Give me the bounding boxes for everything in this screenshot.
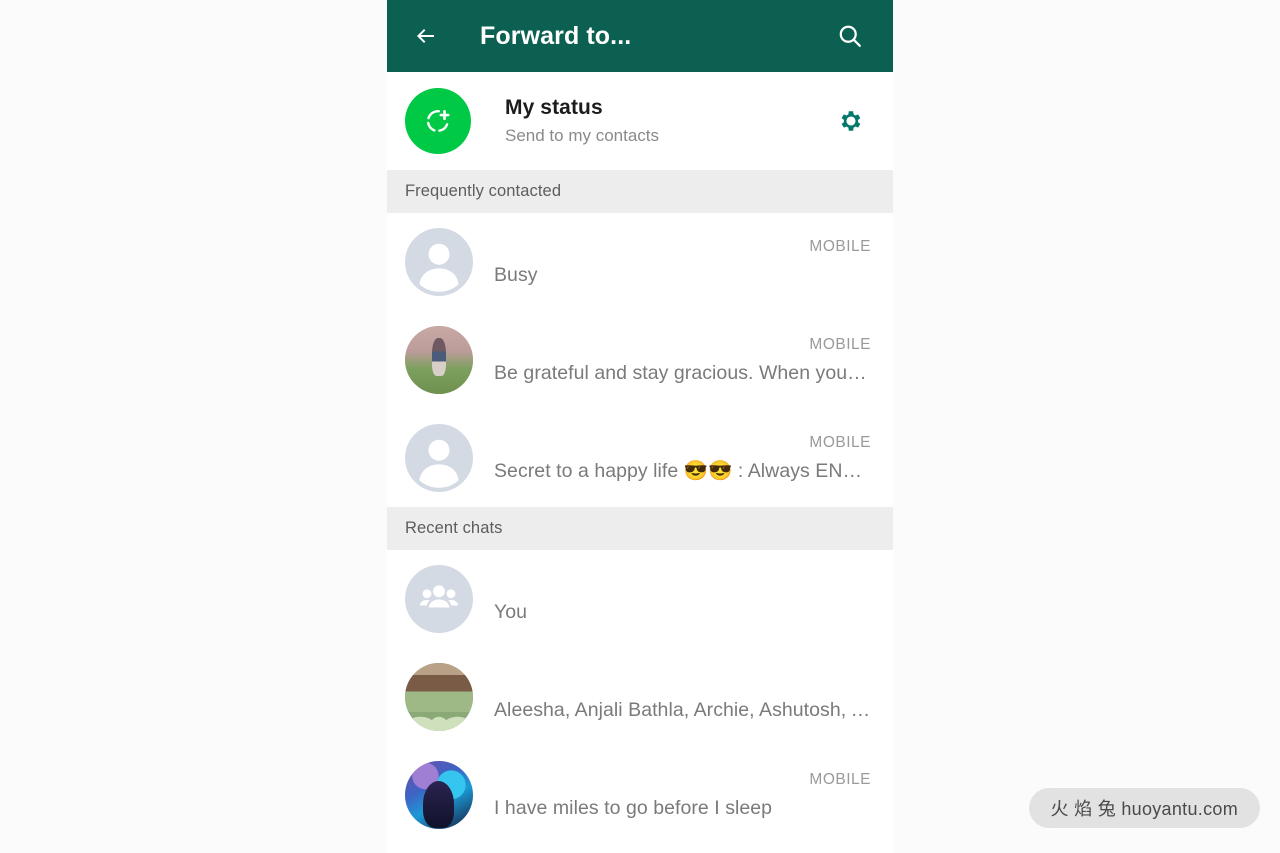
contact-subtitle: Secret to a happy life 😎😎 : Always ENJO… (494, 460, 871, 482)
chat-subtitle: Aleesha, Anjali Bathla, Archie, Ashutosh… (494, 699, 871, 721)
my-status-subtitle: Send to my contacts (505, 125, 660, 145)
chat-row[interactable]: You (387, 550, 893, 648)
phone-type-badge: MOBILE (809, 434, 871, 451)
section-header-frequently-contacted: Frequently contacted (387, 170, 893, 213)
status-add-icon[interactable] (405, 88, 471, 154)
page-title: Forward to... (480, 21, 632, 50)
person-icon (405, 424, 473, 492)
contact-row[interactable]: Secret to a happy life 😎😎 : Always ENJO…… (387, 409, 893, 507)
phone-screen: Forward to... My status Send to my conta… (387, 0, 893, 853)
contact-row[interactable]: Be grateful and stay gracious. When you … (387, 311, 893, 409)
my-status-row[interactable]: My status Send to my contacts (387, 72, 893, 170)
avatar-photo (405, 761, 473, 829)
my-status-title: My status (505, 95, 603, 119)
phone-type-badge: MOBILE (809, 771, 871, 788)
contact-subtitle: Busy (494, 264, 538, 286)
app-bar: Forward to... (387, 0, 893, 72)
person-icon (405, 228, 473, 296)
gear-icon[interactable] (833, 104, 867, 138)
avatar-photo (405, 663, 473, 731)
search-icon[interactable] (833, 19, 867, 53)
watermark-text: 火 焰 兔 huoyantu.com (1050, 799, 1238, 819)
avatar-photo (405, 326, 473, 394)
chat-row[interactable]: Aleesha, Anjali Bathla, Archie, Ashutosh… (387, 648, 893, 746)
avatar (405, 663, 473, 731)
watermark: 火 焰 兔 huoyantu.com (1028, 788, 1260, 828)
contact-subtitle: Be grateful and stay gracious. When you … (494, 362, 871, 384)
my-status-text: My status Send to my contacts (505, 95, 833, 148)
section-header-recent-chats: Recent chats (387, 507, 893, 550)
chat-body: You (494, 565, 871, 633)
chat-row[interactable]: I have miles to go before I sleep MOBILE (387, 746, 893, 844)
back-arrow-icon[interactable] (409, 19, 443, 53)
page-root: Forward to... My status Send to my conta… (0, 0, 1280, 853)
chat-subtitle: You (494, 601, 528, 623)
chat-name (494, 669, 871, 695)
contact-row[interactable]: Busy MOBILE (387, 213, 893, 311)
avatar (405, 326, 473, 394)
chat-name (494, 571, 871, 597)
chat-subtitle: I have miles to go before I sleep (494, 797, 773, 819)
group-people-icon (405, 565, 473, 633)
chat-body: Aleesha, Anjali Bathla, Archie, Ashutosh… (494, 663, 871, 731)
phone-type-badge: MOBILE (809, 238, 871, 255)
avatar (405, 761, 473, 829)
phone-type-badge: MOBILE (809, 336, 871, 353)
